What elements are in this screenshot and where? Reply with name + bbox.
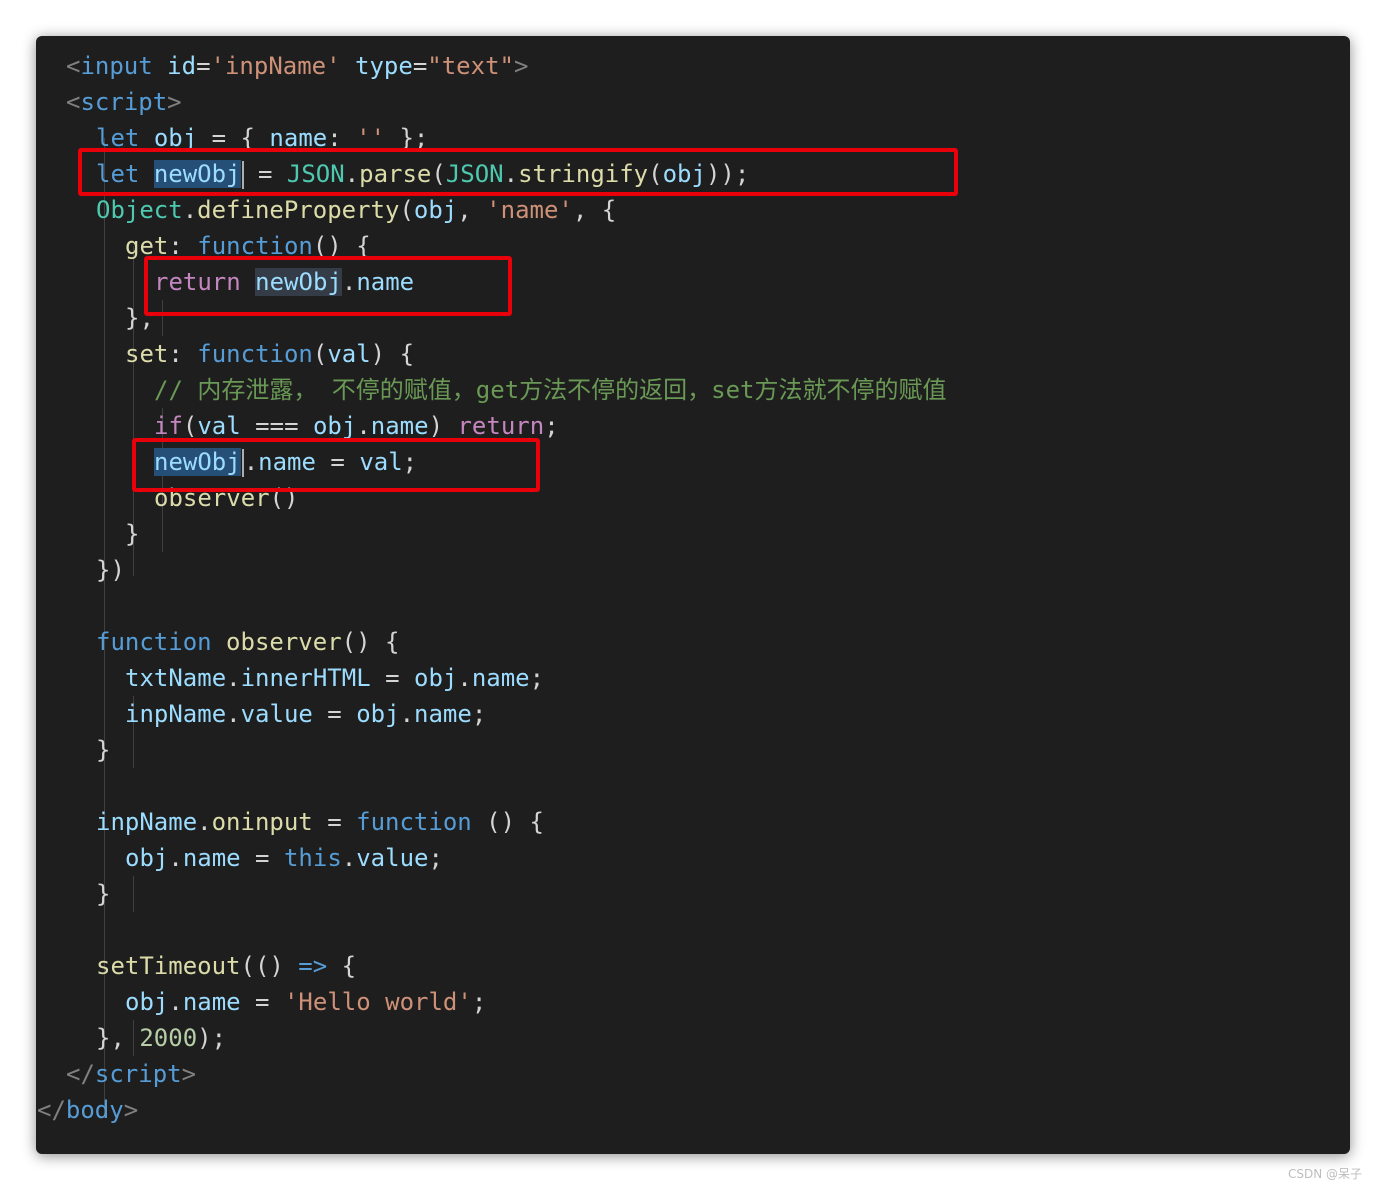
code-line: newObj .name = val; [154, 448, 418, 477]
code-line: } [96, 736, 111, 764]
code-line: </body> [37, 1096, 139, 1124]
code-line: obj.name = this.value; [125, 844, 443, 872]
code-editor[interactable]: <input id='inpName' type="text"> <script… [36, 36, 1350, 1154]
code-comment: // 内存泄露， 不停的赋值，get方法不停的返回，set方法就不停的赋值 [154, 376, 947, 404]
code-line: } [96, 880, 111, 908]
code-line: txtName.innerHTML = obj.name; [125, 664, 545, 692]
code-line: function observer() { [96, 628, 400, 656]
code-line: inpName.value = obj.name; [125, 700, 487, 728]
code-line: Object.defineProperty(obj, 'name', { [96, 196, 617, 224]
code-line: }) [96, 556, 125, 584]
code-line: }, 2000); [96, 1024, 227, 1052]
code-line: obj.name = 'Hello world'; [125, 988, 487, 1016]
code-line: let newObj = JSON.parse(JSON.stringify(o… [96, 160, 750, 189]
indent-guide [133, 876, 134, 912]
code-line: set: function(val) { [125, 340, 415, 368]
code-line: }, [125, 304, 154, 332]
code-line: return newObj.name [154, 268, 415, 296]
indent-guide [162, 300, 163, 336]
code-line: } [125, 520, 140, 548]
code-line: observer() [154, 484, 299, 512]
code-line: let obj = { name: '' }; [96, 124, 429, 152]
code-line: get: function() { [125, 232, 371, 260]
code-line: setTimeout(() => { [96, 952, 357, 980]
code-line: </script> [66, 1060, 197, 1088]
watermark: CSDN @呆子 [1287, 1167, 1362, 1181]
selected-identifier: newObj [153, 160, 241, 188]
code-line: <input id='inpName' type="text"> [66, 52, 529, 80]
code-line: <script> [66, 88, 182, 116]
identifier-occurrence: newObj [255, 268, 342, 296]
code-line: inpName.oninput = function () { [96, 808, 544, 836]
code-line: if(val === obj.name) return; [154, 412, 559, 440]
identifier-occurrence: newObj [154, 448, 241, 476]
